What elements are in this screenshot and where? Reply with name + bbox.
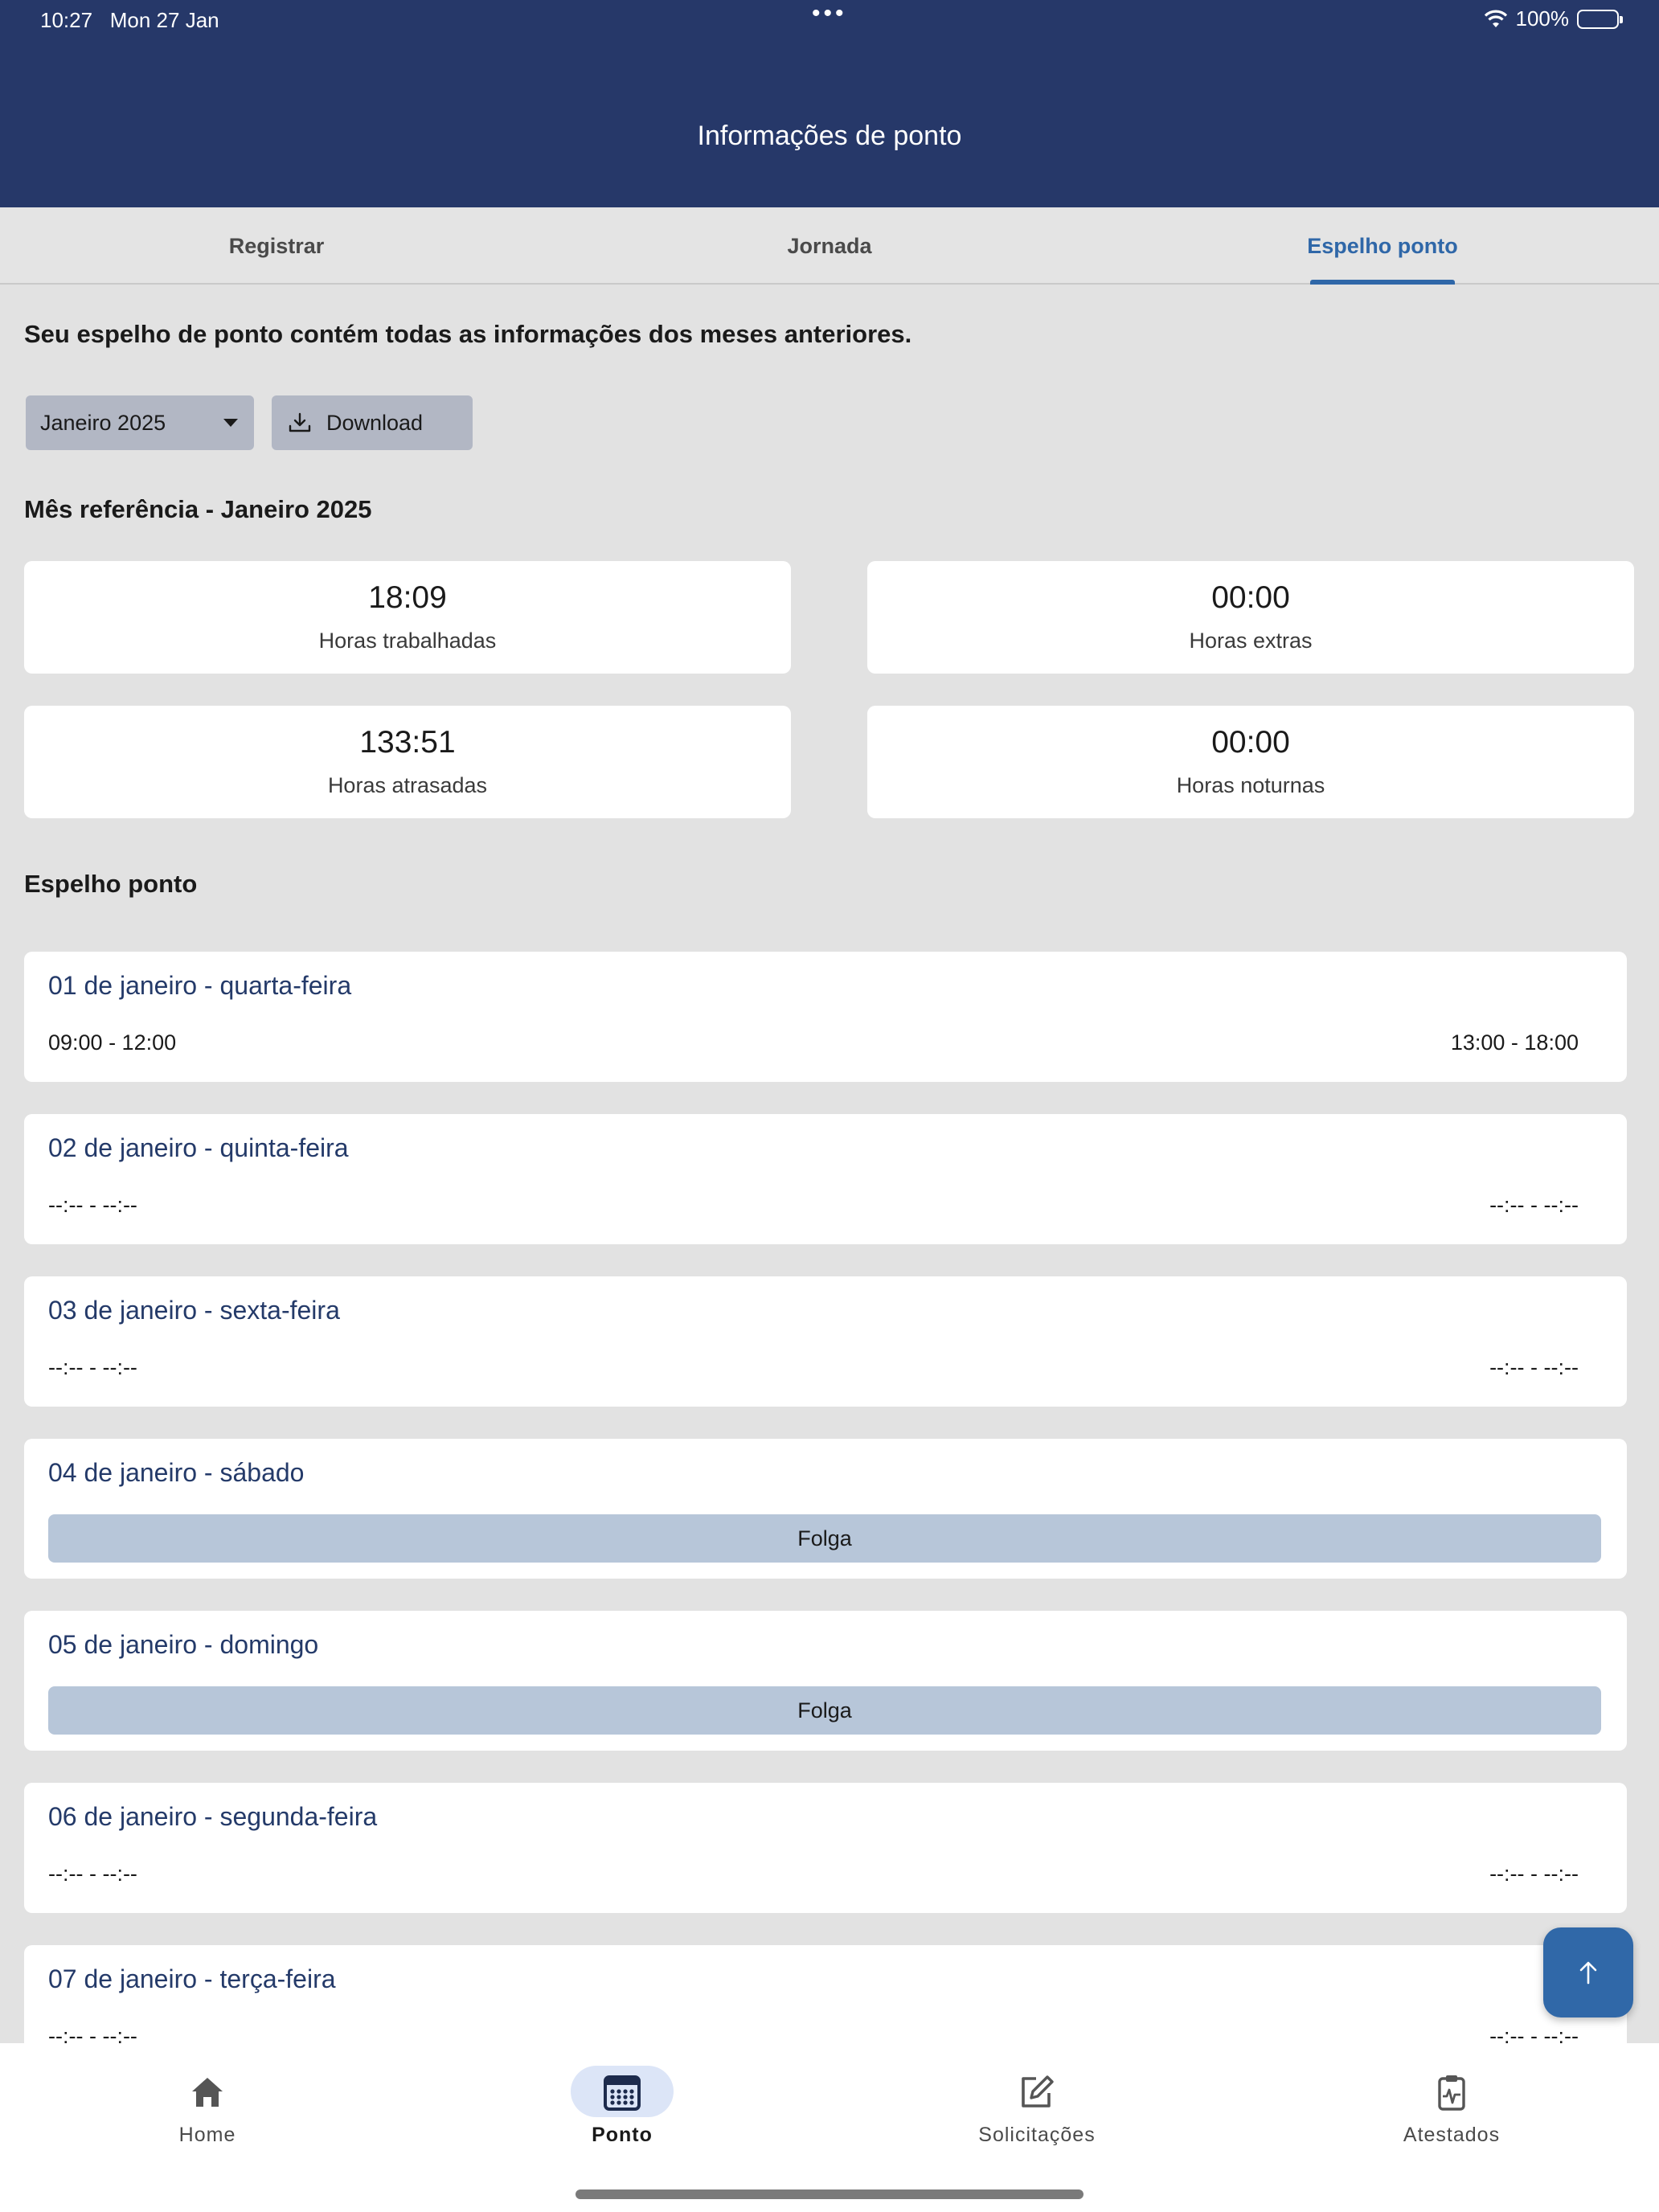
day-date: 01 de janeiro - quarta-feira xyxy=(48,971,352,1000)
day-off-badge: Folga xyxy=(48,1686,1601,1735)
stat-label: Horas extras xyxy=(1189,629,1313,653)
reference-month-title: Mês referência - Janeiro 2025 xyxy=(24,495,372,523)
download-button[interactable]: Download xyxy=(272,395,473,450)
day-card[interactable]: 03 de janeiro - sexta-feira --:-- - --:-… xyxy=(24,1276,1627,1407)
day-card[interactable]: 05 de janeiro - domingo Folga xyxy=(24,1611,1627,1751)
day-period-afternoon: --:-- - --:-- xyxy=(1489,1355,1579,1379)
medical-clipboard-icon xyxy=(1438,2075,1465,2111)
multitask-dots[interactable]: ••• xyxy=(812,0,847,27)
arrow-up-icon xyxy=(1579,1961,1597,1985)
page-title: Informações de ponto xyxy=(697,121,962,151)
stat-label: Horas atrasadas xyxy=(327,773,488,797)
nav-item-home[interactable]: Home xyxy=(0,2043,415,2156)
day-off-badge: Folga xyxy=(48,1514,1601,1563)
stat-value: 00:00 xyxy=(1211,580,1290,615)
month-dropdown-value: Janeiro 2025 xyxy=(40,410,166,435)
nav-item-ponto[interactable]: Ponto xyxy=(415,2043,830,2156)
bottom-navigation: Home Ponto Solicitações Atestados xyxy=(0,2043,1659,2212)
tab-bar: Registrar Jornada Espelho ponto xyxy=(0,207,1659,285)
day-date: 04 de janeiro - sábado xyxy=(48,1458,305,1487)
tab-jornada[interactable]: Jornada xyxy=(553,207,1106,285)
battery-percent: 100% xyxy=(1515,6,1570,31)
day-period-afternoon: --:-- - --:-- xyxy=(1489,1862,1579,1886)
day-card[interactable]: 01 de janeiro - quarta-feira 09:00 - 12:… xyxy=(24,952,1627,1082)
stat-card-horas-noturnas: 00:00 Horas noturnas xyxy=(867,706,1634,818)
nav-item-atestados[interactable]: Atestados xyxy=(1244,2043,1659,2156)
intro-text: Seu espelho de ponto contém todas as inf… xyxy=(24,320,912,348)
stat-card-horas-extras: 00:00 Horas extras xyxy=(867,561,1634,674)
nav-label: Solicitações xyxy=(978,2124,1096,2146)
day-card[interactable]: 06 de janeiro - segunda-feira --:-- - --… xyxy=(24,1783,1627,1913)
status-right: 100% xyxy=(1484,6,1623,31)
nav-label: Atestados xyxy=(1403,2124,1501,2146)
day-date: 07 de janeiro - terça-feira xyxy=(48,1964,336,1993)
status-bar: 10:27 Mon 27 Jan ••• 100% xyxy=(0,0,1659,39)
tab-registrar[interactable]: Registrar xyxy=(0,207,553,285)
month-dropdown[interactable]: Janeiro 2025 xyxy=(26,395,254,450)
app-header: 10:27 Mon 27 Jan ••• 100% Informações de… xyxy=(0,0,1659,207)
day-period-morning: 09:00 - 12:00 xyxy=(48,1030,177,1055)
day-period-morning: --:-- - --:-- xyxy=(48,1862,137,1886)
day-period-morning: --:-- - --:-- xyxy=(48,1193,137,1217)
time-text: 10:27 xyxy=(40,8,93,32)
day-period-morning: --:-- - --:-- xyxy=(48,1355,137,1379)
calendar-icon xyxy=(604,2075,641,2111)
stat-card-horas-trabalhadas: 18:09 Horas trabalhadas xyxy=(24,561,791,674)
nav-item-solicitacoes[interactable]: Solicitações xyxy=(830,2043,1244,2156)
wifi-icon xyxy=(1484,10,1507,27)
tab-espelho-ponto[interactable]: Espelho ponto xyxy=(1106,207,1659,285)
stat-value: 00:00 xyxy=(1211,725,1290,760)
active-tab-indicator xyxy=(1310,280,1455,285)
home-indicator[interactable] xyxy=(576,2189,1083,2199)
download-label: Download xyxy=(326,410,424,435)
stat-value: 18:09 xyxy=(368,580,447,615)
day-card[interactable]: 02 de janeiro - quinta-feira --:-- - --:… xyxy=(24,1114,1627,1244)
download-icon xyxy=(289,412,311,432)
status-time: 10:27 Mon 27 Jan xyxy=(40,8,219,33)
caret-down-icon xyxy=(223,419,238,427)
stat-label: Horas noturnas xyxy=(1176,773,1325,797)
nav-label: Ponto xyxy=(592,2124,653,2146)
day-period-afternoon: --:-- - --:-- xyxy=(1489,1193,1579,1217)
stat-label: Horas trabalhadas xyxy=(318,629,497,653)
edit-icon xyxy=(1022,2075,1054,2108)
day-date: 03 de janeiro - sexta-feira xyxy=(48,1296,340,1325)
section-title: Espelho ponto xyxy=(24,870,198,898)
stat-value: 133:51 xyxy=(359,725,456,760)
day-date: 02 de janeiro - quinta-feira xyxy=(48,1133,349,1162)
nav-label: Home xyxy=(178,2124,236,2146)
day-date: 05 de janeiro - domingo xyxy=(48,1630,319,1659)
home-icon xyxy=(192,2078,223,2107)
battery-icon xyxy=(1577,9,1623,29)
day-card[interactable]: 04 de janeiro - sábado Folga xyxy=(24,1439,1627,1579)
stat-card-horas-atrasadas: 133:51 Horas atrasadas xyxy=(24,706,791,818)
date-text: Mon 27 Jan xyxy=(109,8,219,32)
scroll-to-top-button[interactable] xyxy=(1543,1927,1633,2017)
day-period-afternoon: 13:00 - 18:00 xyxy=(1450,1030,1579,1055)
day-date: 06 de janeiro - segunda-feira xyxy=(48,1802,378,1831)
